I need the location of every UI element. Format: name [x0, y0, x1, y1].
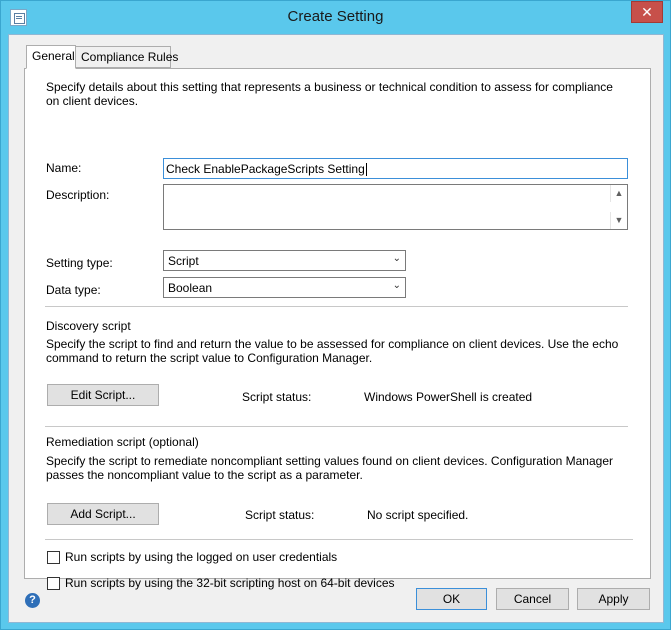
- description-field[interactable]: ▲ ▼: [163, 184, 628, 230]
- text-caret: [365, 163, 367, 177]
- title-bar: Create Setting ✕: [1, 1, 670, 35]
- tab-compliance-rules[interactable]: Compliance Rules: [76, 46, 178, 68]
- intro-text: Specify details about this setting that …: [46, 80, 613, 108]
- name-field[interactable]: Check EnablePackageScripts Setting: [163, 158, 628, 179]
- name-value: Check EnablePackageScripts Setting: [166, 162, 365, 176]
- remediation-status-label: Script status:: [245, 508, 315, 522]
- remediation-text: Specify the script to remediate noncompl…: [46, 454, 613, 482]
- cancel-button[interactable]: Cancel: [496, 588, 569, 610]
- discovery-heading: Discovery script: [46, 319, 131, 333]
- 32bit-host-checkbox[interactable]: [47, 577, 60, 590]
- name-label: Name:: [46, 161, 82, 175]
- data-type-select[interactable]: Boolean ⌄: [163, 277, 406, 298]
- divider: [45, 539, 633, 540]
- description-label: Description:: [46, 188, 110, 202]
- divider: [45, 306, 628, 307]
- setting-type-label: Setting type:: [46, 256, 113, 270]
- create-setting-dialog: Create Setting ✕ General Compliance Rule…: [0, 0, 671, 630]
- general-tab-panel: Specify details about this setting that …: [24, 68, 651, 590]
- tab-general[interactable]: General: [26, 45, 76, 69]
- logged-on-credentials-label: Run scripts by using the logged on user …: [65, 550, 338, 564]
- data-type-label: Data type:: [46, 283, 101, 297]
- remediation-status-value: No script specified.: [367, 508, 469, 522]
- chevron-down-icon: ⌄: [392, 253, 401, 264]
- scroll-up-icon[interactable]: ▲: [610, 185, 627, 202]
- 32bit-host-label: Run scripts by using the 32-bit scriptin…: [65, 576, 395, 590]
- setting-type-select[interactable]: Script ⌄: [163, 250, 406, 271]
- logged-on-credentials-checkbox[interactable]: [47, 551, 60, 564]
- discovery-status-label: Script status:: [242, 390, 312, 404]
- divider: [45, 426, 628, 427]
- remediation-heading: Remediation script (optional): [46, 435, 199, 449]
- add-script-button[interactable]: Add Script...: [47, 503, 159, 525]
- discovery-status-value: Windows PowerShell is created: [364, 390, 533, 404]
- data-type-value: Boolean: [168, 281, 213, 295]
- chevron-down-icon: ⌄: [392, 280, 401, 291]
- window-title: Create Setting: [287, 8, 384, 25]
- apply-button[interactable]: Apply: [577, 588, 650, 610]
- discovery-text: Specify the script to find and return th…: [46, 337, 619, 365]
- close-button[interactable]: ✕: [631, 1, 663, 23]
- setting-type-value: Script: [168, 254, 199, 268]
- dialog-client-area: General Compliance Rules Specify details…: [8, 34, 664, 623]
- ok-button[interactable]: OK: [416, 588, 487, 610]
- help-icon[interactable]: ?: [25, 593, 40, 608]
- edit-script-button[interactable]: Edit Script...: [47, 384, 159, 406]
- scroll-down-icon[interactable]: ▼: [610, 212, 627, 229]
